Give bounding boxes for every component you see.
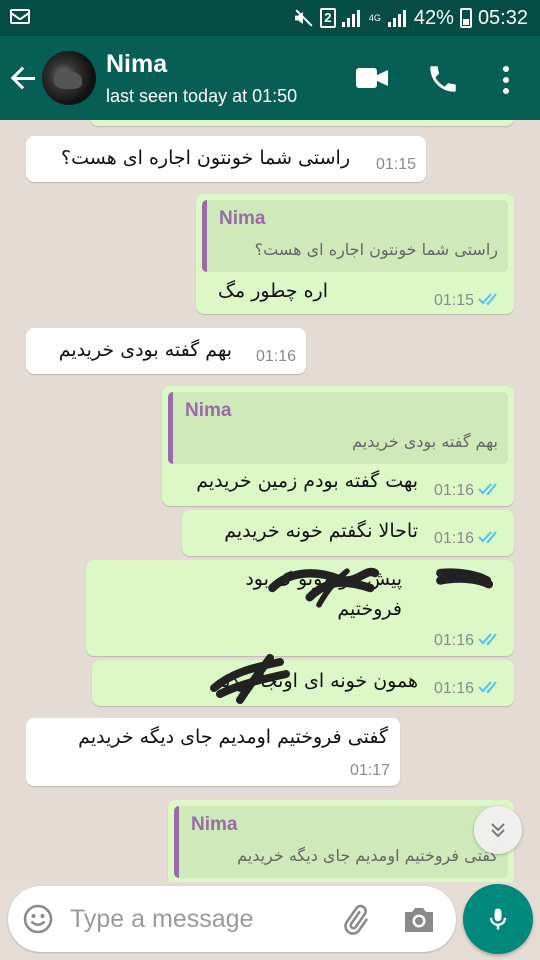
read-receipt-icon (478, 633, 497, 646)
message-time: 01:17 (349, 762, 390, 779)
outgoing-message[interactable]: Nima گفتی فروختیم اومدیم جای دیگه خریدیم (168, 800, 514, 882)
message-text: بهت گفته بودم زمین خریدیم (196, 470, 418, 492)
composer (8, 886, 456, 952)
network-type-label: 4G (368, 12, 381, 23)
quoted-sender: Nima (219, 208, 266, 229)
incoming-message[interactable]: گفتی فروختیم اومدیم جای دیگه خریدیم 01:1… (26, 718, 400, 786)
outgoing-message[interactable]: پیش خونمونو ک بود فروختیم 01:16 (86, 560, 514, 656)
more-options-icon[interactable] (494, 64, 518, 96)
status-bar: 2 4G 42% 05:32 (0, 0, 540, 36)
mail-icon (10, 9, 30, 24)
message-text: راستی شما خونتون اجاره ای هست؟ (61, 147, 350, 169)
message-list[interactable]: راستی شما خونتون اجاره ای هست؟ 01:15 Nim… (0, 120, 540, 882)
message-time: 01:16 (433, 530, 474, 547)
mic-icon (489, 908, 507, 930)
scroll-down-icon (491, 823, 505, 838)
message-text: بهم گفته بودی خریدیم (58, 339, 232, 361)
signal-icon (387, 9, 408, 27)
outgoing-message[interactable]: Nima بهم گفته بودی خریدیم بهت گفته بودم … (162, 386, 514, 506)
avatar[interactable] (42, 51, 96, 105)
quoted-text: بهم گفته بودی خریدیم (352, 432, 498, 451)
message-text: تاحالا نگفتم خونه خریدیم (224, 520, 418, 542)
video-call-icon[interactable] (356, 68, 388, 88)
emoji-icon[interactable] (22, 903, 54, 935)
message-text: اره چطور مگ (218, 280, 328, 302)
incoming-message[interactable]: بهم گفته بودی خریدیم 01:16 (26, 328, 306, 374)
message-time: 01:16 (433, 680, 474, 697)
voice-call-icon[interactable] (426, 62, 460, 96)
mute-icon (292, 8, 314, 28)
outgoing-message[interactable]: Nima راستی شما خونتون اجاره ای هست؟ اره … (196, 194, 514, 314)
quoted-sender: Nima (191, 814, 238, 835)
attach-icon[interactable] (338, 903, 372, 937)
message-time: 01:15 (433, 292, 474, 309)
mic-button[interactable] (463, 884, 533, 954)
chat-header: Nima last seen today at 01:50 (0, 36, 540, 120)
status-icons: 2 4G 42% 05:32 (292, 6, 528, 30)
redaction-scribble (268, 567, 494, 608)
incoming-message[interactable]: راستی شما خونتون اجاره ای هست؟ 01:15 (26, 136, 426, 182)
battery-icon (459, 8, 472, 28)
quoted-message[interactable]: Nima راستی شما خونتون اجاره ای هست؟ (202, 200, 508, 272)
sim-icon: 2 (319, 8, 336, 28)
quoted-text: راستی شما خونتون اجاره ای هست؟ (254, 240, 498, 259)
outgoing-message[interactable]: تاحالا نگفتم خونه خریدیم 01:16 (182, 510, 514, 556)
read-receipt-icon (478, 681, 497, 694)
scroll-to-bottom-button[interactable] (474, 806, 522, 854)
read-receipt-icon (478, 531, 497, 544)
previous-message-edge (90, 120, 514, 126)
message-time: 01:15 (375, 156, 416, 173)
redaction-scribble (210, 654, 290, 704)
message-time: 01:16 (433, 632, 474, 649)
message-time: 01:16 (433, 482, 474, 499)
clock: 05:32 (477, 6, 528, 29)
last-seen: last seen today at 01:50 (106, 86, 298, 106)
message-input[interactable] (70, 900, 330, 938)
quoted-message[interactable]: Nima بهم گفته بودی خریدیم (168, 392, 508, 464)
quoted-text: گفتی فروختیم اومدیم جای دیگه خریدیم (237, 846, 498, 865)
message-time: 01:16 (255, 348, 296, 365)
quoted-message[interactable]: Nima گفتی فروختیم اومدیم جای دیگه خریدیم (174, 806, 508, 878)
back-arrow-icon[interactable] (10, 64, 38, 92)
signal-icon (341, 9, 362, 27)
message-text: گفتی فروختیم اومدیم جای دیگه خریدیم (78, 726, 388, 748)
battery-percent: 42% (413, 6, 454, 29)
camera-icon[interactable] (402, 905, 436, 935)
contact-name[interactable]: Nima (106, 50, 167, 79)
quoted-sender: Nima (185, 400, 232, 421)
read-receipt-icon (478, 293, 497, 306)
read-receipt-icon (478, 483, 497, 496)
outgoing-message[interactable]: همون خونه ای اونجا بودیم 01:16 (92, 654, 514, 706)
